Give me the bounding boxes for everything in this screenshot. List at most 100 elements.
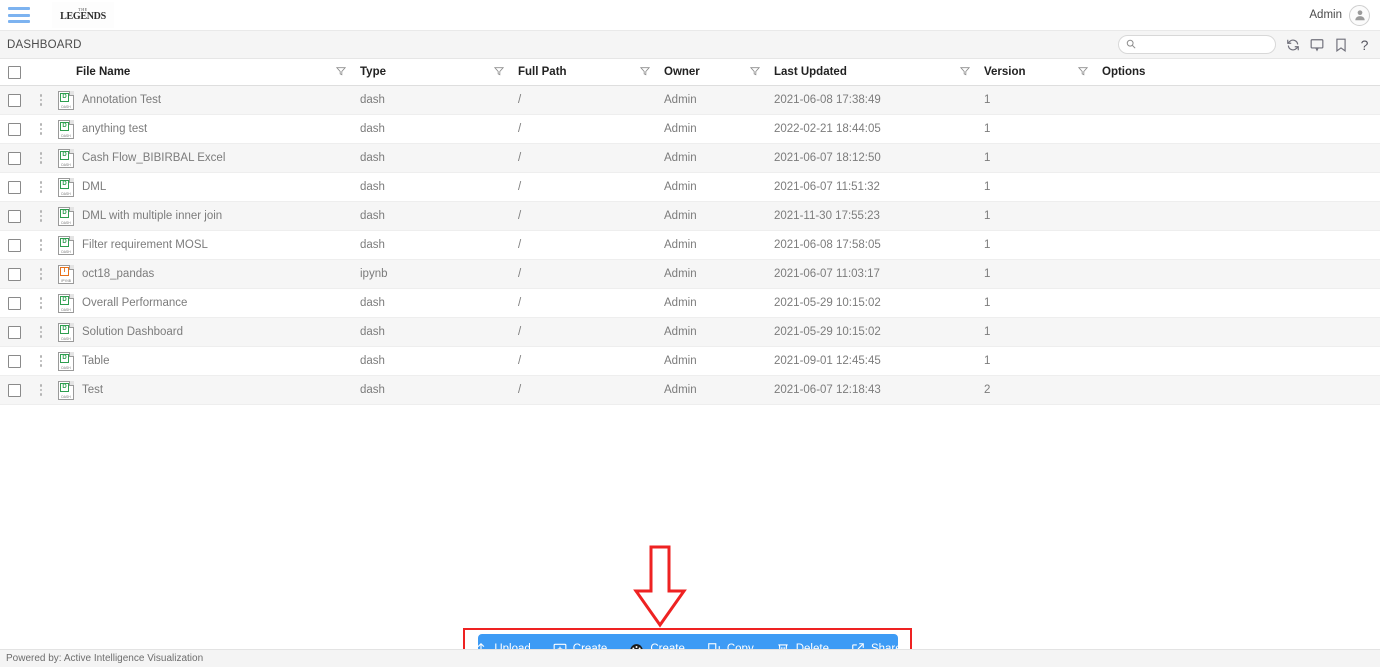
table-rows: D DASH Annotation Test dash / Admin 2021-06-08… xyxy=(0,86,1380,405)
filter-icon-owner[interactable] xyxy=(749,66,761,79)
cell-version: 1 xyxy=(984,268,991,280)
row-checkbox[interactable] xyxy=(7,383,21,397)
cell-last-updated: 2021-05-29 10:15:02 xyxy=(774,326,881,338)
row-kebab-menu-icon[interactable] xyxy=(39,152,43,164)
cell-full-path: / xyxy=(518,94,522,106)
file-name-label[interactable]: DML xyxy=(82,181,106,193)
cell-type: dash xyxy=(360,94,385,106)
cell-last-updated: 2022-02-21 18:44:05 xyxy=(774,123,881,135)
filter-icon-type[interactable] xyxy=(493,66,505,79)
row-checkbox[interactable] xyxy=(7,325,21,339)
cell-version: 1 xyxy=(984,152,991,164)
comment-icon[interactable] xyxy=(1309,37,1324,52)
row-checkbox[interactable] xyxy=(7,354,21,368)
refresh-icon[interactable] xyxy=(1285,37,1300,52)
table-row[interactable]: D DASH DML dash / Admin 2021-06-07 11:51:32 1 xyxy=(0,173,1380,202)
file-name-label[interactable]: anything test xyxy=(82,123,147,135)
table-row[interactable]: D DASH Cash Flow_BIBIRBAL Excel dash / Admin 2… xyxy=(0,144,1380,173)
row-kebab-menu-icon[interactable] xyxy=(39,384,43,396)
row-checkbox[interactable] xyxy=(7,296,21,310)
column-header-owner[interactable]: Owner xyxy=(664,66,774,79)
row-checkbox[interactable] xyxy=(7,267,21,281)
row-menu-cell xyxy=(28,123,54,135)
row-kebab-menu-icon[interactable] xyxy=(39,94,43,106)
file-name-label[interactable]: Solution Dashboard xyxy=(82,326,183,338)
row-select-cell xyxy=(0,296,28,310)
app-logo[interactable]: THE LEGENDS xyxy=(52,2,114,28)
row-kebab-menu-icon[interactable] xyxy=(39,210,43,222)
file-name-label[interactable]: Test xyxy=(82,384,103,396)
table-row[interactable]: D DASH Overall Performance dash / Admin 2021-0… xyxy=(0,289,1380,318)
filter-icon-version[interactable] xyxy=(1077,66,1089,79)
row-checkbox[interactable] xyxy=(7,180,21,194)
cell-last-updated: 2021-06-07 12:18:43 xyxy=(774,384,881,396)
cell-version: 1 xyxy=(984,297,991,309)
select-all-checkbox[interactable] xyxy=(7,65,21,79)
help-icon[interactable]: ? xyxy=(1357,37,1372,52)
ipynb-file-icon: I IPYNB xyxy=(58,264,74,284)
filter-icon-last-updated[interactable] xyxy=(959,66,971,79)
dash-file-icon: D DASH xyxy=(58,322,74,342)
file-name-label[interactable]: Filter requirement MOSL xyxy=(82,239,208,251)
row-select-cell xyxy=(0,93,28,107)
column-header-last-updated[interactable]: Last Updated xyxy=(774,66,984,79)
table-row[interactable]: D DASH Test dash / Admin 2021-06-07 12:18:43 2 xyxy=(0,376,1380,405)
cell-version: 1 xyxy=(984,123,991,135)
row-checkbox[interactable] xyxy=(7,122,21,136)
cell-last-updated: 2021-06-07 18:12:50 xyxy=(774,152,881,164)
cell-owner: Admin xyxy=(664,210,697,222)
column-header-file-name[interactable]: File Name xyxy=(54,66,360,79)
table-row[interactable]: D DASH Table dash / Admin 2021-09-01 12:45:45 1 xyxy=(0,347,1380,376)
select-all-cell xyxy=(0,65,28,79)
table-row[interactable]: D DASH DML with multiple inner join dash / Ad… xyxy=(0,202,1380,231)
cell-owner: Admin xyxy=(664,268,697,280)
column-label-full-path: Full Path xyxy=(518,66,567,78)
row-checkbox[interactable] xyxy=(7,151,21,165)
row-kebab-menu-icon[interactable] xyxy=(39,181,43,193)
file-name-label[interactable]: Annotation Test xyxy=(82,94,161,106)
row-kebab-menu-icon[interactable] xyxy=(39,355,43,367)
file-name-label[interactable]: Cash Flow_BIBIRBAL Excel xyxy=(82,152,225,164)
table-row[interactable]: D DASH Annotation Test dash / Admin 2021-06-08… xyxy=(0,86,1380,115)
filter-icon-file-name[interactable] xyxy=(335,66,347,79)
dash-file-icon: D DASH xyxy=(58,293,74,313)
file-name-label[interactable]: Table xyxy=(82,355,110,367)
table-row[interactable]: D DASH anything test dash / Admin 2022-02-21 1… xyxy=(0,115,1380,144)
cell-type: dash xyxy=(360,297,385,309)
bookmark-icon[interactable] xyxy=(1333,37,1348,52)
row-checkbox[interactable] xyxy=(7,238,21,252)
table-row[interactable]: I IPYNB oct18_pandas ipynb / Admin 2021-06-07 … xyxy=(0,260,1380,289)
cell-type: dash xyxy=(360,152,385,164)
hamburger-menu-icon[interactable] xyxy=(8,7,30,23)
filter-icon-full-path[interactable] xyxy=(639,66,651,79)
column-header-full-path[interactable]: Full Path xyxy=(518,66,664,79)
row-checkbox[interactable] xyxy=(7,209,21,223)
cell-full-path: / xyxy=(518,384,522,396)
user-avatar-icon[interactable] xyxy=(1349,4,1370,26)
table-row[interactable]: D DASH Filter requirement MOSL dash / Admin 20… xyxy=(0,231,1380,260)
column-header-version[interactable]: Version xyxy=(984,66,1102,79)
row-kebab-menu-icon[interactable] xyxy=(39,268,43,280)
row-kebab-menu-icon[interactable] xyxy=(39,297,43,309)
table-row[interactable]: D DASH Solution Dashboard dash / Admin 2021-05… xyxy=(0,318,1380,347)
cell-owner: Admin xyxy=(664,326,697,338)
column-header-type[interactable]: Type xyxy=(360,66,518,79)
cell-last-updated: 2021-05-29 10:15:02 xyxy=(774,297,881,309)
search-box[interactable] xyxy=(1118,35,1276,54)
row-menu-cell xyxy=(28,326,54,338)
cell-file-name: D DASH anything test xyxy=(54,119,360,139)
row-kebab-menu-icon[interactable] xyxy=(39,239,43,251)
row-kebab-menu-icon[interactable] xyxy=(39,123,43,135)
cell-owner: Admin xyxy=(664,239,697,251)
file-name-label[interactable]: oct18_pandas xyxy=(82,268,154,280)
cell-owner: Admin xyxy=(664,297,697,309)
search-input[interactable] xyxy=(1140,37,1268,52)
file-name-label[interactable]: Overall Performance xyxy=(82,297,187,309)
breadcrumb-strip: DASHBOARD ? xyxy=(0,31,1380,59)
row-kebab-menu-icon[interactable] xyxy=(39,326,43,338)
row-checkbox[interactable] xyxy=(7,93,21,107)
cell-type: dash xyxy=(360,355,385,367)
cell-owner: Admin xyxy=(664,94,697,106)
dash-file-icon: D DASH xyxy=(58,177,74,197)
file-name-label[interactable]: DML with multiple inner join xyxy=(82,210,222,222)
